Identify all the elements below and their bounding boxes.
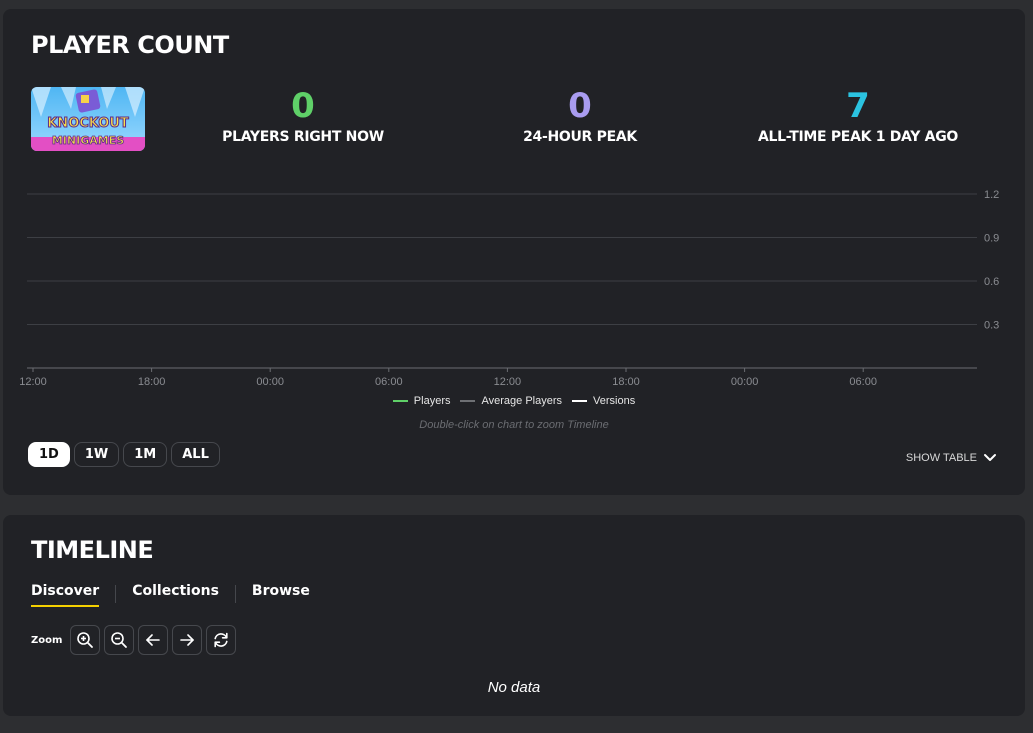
range-button-1d[interactable]: 1D: [28, 442, 70, 467]
arrow-right-icon: [180, 634, 195, 646]
arrow-left-icon: [146, 634, 161, 646]
legend-players-swatch: [392, 400, 408, 402]
zoom-in-button[interactable]: [70, 625, 101, 655]
x-tick-label: 18:00: [612, 376, 640, 388]
timeline-tabs: Discover Collections Browse: [31, 583, 310, 607]
x-tick-label: 18:00: [138, 376, 166, 388]
y-tick-label: 0.6: [984, 276, 999, 288]
tab-divider: [115, 585, 117, 603]
legend-players[interactable]: Players: [392, 395, 451, 407]
pan-left-button[interactable]: [138, 625, 169, 655]
x-tick-label: 06:00: [849, 376, 877, 388]
x-tick-label: 00:00: [256, 376, 284, 388]
player-count-card: PLAYER COUNT KNOCKOUT MINIGAMES 0 PLAYER…: [3, 9, 1025, 495]
range-button-all[interactable]: ALL: [171, 442, 220, 467]
refresh-button[interactable]: [206, 625, 237, 655]
chart-legend: Players Average Players Versions: [3, 395, 1025, 407]
player-count-chart[interactable]: 1.2 0.9 0.6 0.3 12:00 18:00 00:00 06:00 12:00 18:…: [3, 9, 1025, 394]
zoom-out-icon: [111, 632, 128, 648]
pan-right-button[interactable]: [172, 625, 203, 655]
timeline-title: TIMELINE: [31, 536, 154, 564]
timeline-card: TIMELINE Discover Collections Browse Zoo…: [3, 515, 1025, 716]
tab-divider: [234, 585, 236, 603]
x-tick-label: 00:00: [731, 376, 759, 388]
x-tick-label: 12:00: [19, 376, 47, 388]
legend-versions-label: Versions: [593, 395, 636, 407]
zoom-in-icon: [77, 632, 94, 648]
timeline-zoom-controls: Zoom: [31, 625, 237, 655]
legend-players-label: Players: [413, 395, 451, 407]
y-tick-label: 1.2: [984, 189, 999, 201]
legend-versions-swatch: [572, 400, 587, 402]
show-table-toggle[interactable]: SHOW TABLE: [906, 452, 997, 464]
legend-average-players-swatch: [460, 400, 476, 402]
range-button-1m[interactable]: 1M: [123, 442, 168, 467]
legend-average-players-label: Average Players: [481, 395, 562, 407]
y-tick-label: 0.3: [984, 320, 999, 332]
timeline-empty-state: No data: [487, 679, 541, 696]
tab-browse[interactable]: Browse: [252, 583, 310, 607]
zoom-out-button[interactable]: [104, 625, 135, 655]
x-tick-label: 06:00: [375, 376, 403, 388]
range-button-1w[interactable]: 1W: [73, 442, 120, 467]
y-tick-label: 0.9: [984, 233, 999, 245]
zoom-label: Zoom: [31, 634, 63, 646]
legend-versions[interactable]: Versions: [572, 395, 635, 407]
legend-average-players[interactable]: Average Players: [460, 395, 562, 407]
chart-zoom-hint: Double-click on chart to zoom Timeline: [419, 419, 609, 431]
time-range-selector: 1D 1W 1M ALL: [28, 442, 220, 467]
chevron-down-icon: [984, 454, 996, 461]
show-table-label: SHOW TABLE: [905, 452, 977, 464]
tab-collections[interactable]: Collections: [132, 583, 219, 607]
tab-discover[interactable]: Discover: [31, 583, 100, 607]
x-tick-label: 12:00: [494, 376, 522, 388]
refresh-icon: [214, 632, 229, 648]
